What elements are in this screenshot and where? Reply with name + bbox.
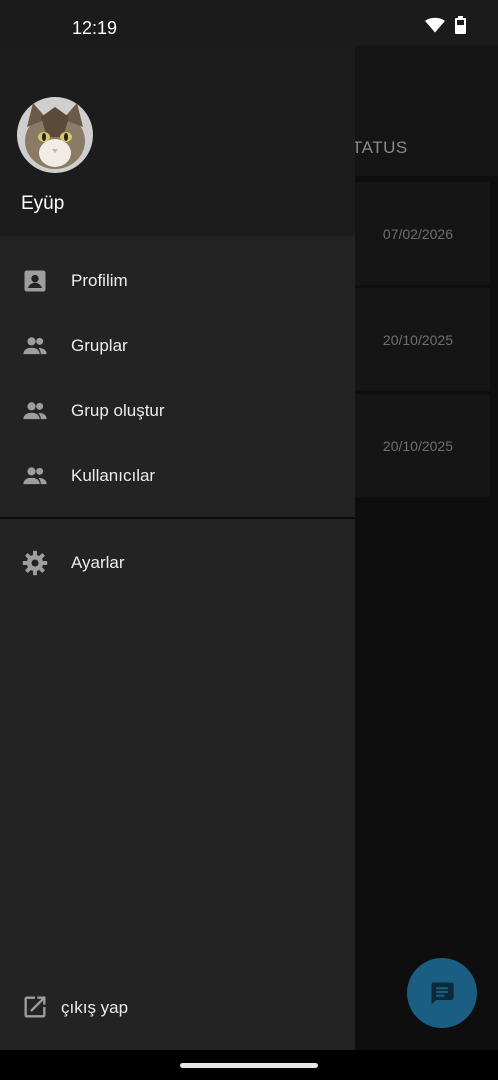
avatar[interactable]: [17, 97, 93, 173]
account-box-icon: [24, 270, 46, 292]
status-time: 12:19: [72, 18, 118, 38]
menu-item-groups[interactable]: Gruplar: [0, 312, 355, 377]
home-gesture-handle[interactable]: [180, 1063, 318, 1068]
menu-item-settings[interactable]: Ayarlar: [0, 529, 355, 594]
open-in-new-icon: [24, 996, 46, 1018]
menu-item-label: Gruplar: [71, 336, 128, 355]
navigation-bar: [0, 1050, 498, 1080]
list-item-date: 07/02/2026: [382, 226, 453, 242]
people-icon: [23, 467, 47, 485]
menu-item-label: Ayarlar: [71, 553, 125, 572]
new-message-fab[interactable]: [407, 958, 477, 1028]
menu-item-profile[interactable]: Profilim: [0, 247, 355, 312]
battery-icon: [455, 16, 466, 34]
menu-item-create-group[interactable]: Grup oluştur: [0, 377, 355, 442]
drawer-header: Eyüp: [0, 46, 355, 236]
menu-item-users[interactable]: Kullanıcılar: [0, 442, 355, 507]
wifi-icon: [425, 17, 445, 33]
status-bar: 12:19: [0, 0, 498, 46]
logout-label: çıkış yap: [61, 998, 129, 1017]
group-icon: [23, 337, 47, 355]
logout-button[interactable]: çıkış yap: [0, 976, 355, 1036]
menu-divider: [0, 517, 355, 519]
menu-item-label: Grup oluştur: [71, 401, 165, 420]
tab-status[interactable]: TATUS: [352, 138, 408, 158]
list-item-date: 20/10/2025: [382, 438, 453, 454]
user-name: Eyüp: [21, 193, 65, 214]
group-add-icon: [23, 402, 47, 420]
chat-icon: [431, 982, 454, 1005]
gear-icon: [22, 550, 48, 576]
menu-item-label: Kullanıcılar: [71, 466, 156, 485]
navigation-drawer: Eyüp Profilim Gruplar Grup oluştur Kulla…: [0, 46, 355, 1050]
menu-item-label: Profilim: [71, 271, 128, 290]
list-item-date: 20/10/2025: [382, 332, 453, 348]
